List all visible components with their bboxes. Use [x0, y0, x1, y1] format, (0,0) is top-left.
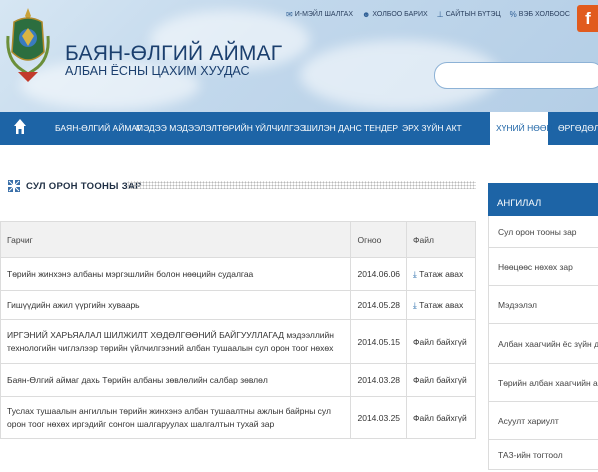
site-title[interactable]: БАЯН-ӨЛГИЙ АЙМАГ — [65, 42, 282, 66]
sidebar-item-questionnaire[interactable]: Төрийн албан хаагчийн анкет — [488, 364, 598, 402]
table-row: Баян-Өлгий аймаг дахь Төрийн албаны зөвл… — [0, 363, 476, 397]
nav-item-hr[interactable]: ХҮНИЙ НӨӨЦ — [490, 112, 553, 145]
top-link-weblinks[interactable]: % ВЭБ ХОЛБООС — [510, 10, 570, 19]
row-title[interactable]: Төрийн жинхэнэ албаны мэргэшлийн болон н… — [0, 257, 352, 291]
column-header-file[interactable]: Файл — [406, 221, 476, 258]
sidebar-item-vacancy[interactable]: Сул орон тооны зар — [488, 216, 598, 248]
emblem-logo[interactable] — [4, 6, 52, 90]
column-header-date[interactable]: Огноо — [350, 221, 408, 258]
row-title-link[interactable]: Туслах тушаалын ангиллын төрийн жинхэнэ … — [7, 406, 331, 429]
row-title[interactable]: Туслах тушаалын ангиллын төрийн жинхэнэ … — [0, 396, 352, 439]
sidebar-item-reserve[interactable]: Нөөцөөс нөхөх зар — [488, 248, 598, 286]
section-divider — [127, 181, 476, 189]
column-header-title[interactable]: Гарчиг — [0, 221, 352, 258]
nav-item-glass-account[interactable]: ШИЛЭН ДАНС — [304, 112, 362, 145]
row-date: 2014.03.28 — [350, 363, 408, 397]
download-icon[interactable]: ⤓ — [413, 269, 417, 279]
grid-icon — [8, 180, 20, 192]
top-link-label: И-МЭЙЛ ШАЛГАХ — [294, 11, 353, 18]
nav-item-services[interactable]: ТӨРИЙН ҮЙЛЧИЛГЭЭ — [217, 112, 306, 145]
home-icon[interactable] — [13, 118, 27, 136]
section-header: СУЛ ОРОН ТООНЫ ЗАР — [8, 176, 142, 196]
sidebar-item-ethics[interactable]: Албан хаагчийн ёс зүйн дүрэм — [488, 324, 598, 364]
nav-item-legal[interactable]: ЭРХ ЗҮЙН АКТ — [402, 112, 462, 145]
top-link-email[interactable]: ✉ И-МЭЙЛ ШАЛГАХ — [286, 10, 353, 19]
row-title[interactable]: Гишүүдийн ажил үүргийн хуваарь — [0, 290, 352, 320]
mail-icon: ✉ — [286, 10, 293, 19]
sidebar-item-info[interactable]: Мэдээлэл — [488, 286, 598, 324]
nav-item-news[interactable]: МЭДЭЭ МЭДЭЭЛЭЛ — [136, 112, 217, 145]
site-subtitle: АЛБАН ЁСНЫ ЦАХИМ ХУУДАС — [65, 64, 250, 78]
section-title: СУЛ ОРОН ТООНЫ ЗАР — [26, 180, 142, 192]
row-title-link[interactable]: ИРГЭНИЙ ХАРЬЯАЛАЛ ШИЛЖИЛТ ХӨДӨЛГӨӨНИЙ БА… — [7, 330, 334, 353]
row-file[interactable]: ⤓ Татаж авах — [406, 290, 476, 320]
row-file: Файл байхгүй — [406, 319, 476, 364]
table-header-row: Гарчиг Огноо Файл — [0, 221, 476, 258]
nav-item-aimag[interactable]: БАЯН-ӨЛГИЙ АЙМАГ — [55, 112, 142, 145]
row-date: 2014.03.25 — [350, 396, 408, 439]
sidebar-item-resolution[interactable]: ТАЗ-ийн тогтоол — [488, 440, 598, 470]
nav-item-tender[interactable]: ТЕНДЕР — [364, 112, 398, 145]
row-title-link[interactable]: Баян-Өлгий аймаг дахь Төрийн албаны зөвл… — [7, 375, 268, 385]
people-icon: ☻ — [362, 10, 371, 19]
row-date: 2014.05.15 — [350, 319, 408, 364]
category-sidebar: АНГИЛАЛ Сул орон тооны зар Нөөцөөс нөхөх… — [488, 183, 598, 470]
top-link-contact[interactable]: ☻ ХОЛБОО БАРИХ — [362, 10, 428, 19]
table-row: Туслах тушаалын ангиллын төрийн жинхэнэ … — [0, 396, 476, 439]
top-link-label: ХОЛБОО БАРИХ — [372, 11, 428, 18]
table-row: Төрийн жинхэнэ албаны мэргэшлийн болон н… — [0, 257, 476, 291]
table-row: Гишүүдийн ажил үүргийн хуваарь 2014.05.2… — [0, 290, 476, 320]
search-input[interactable] — [434, 62, 598, 89]
row-title-link[interactable]: Төрийн жинхэнэ албаны мэргэшлийн болон н… — [7, 269, 253, 279]
table-row: ИРГЭНИЙ ХАРЬЯАЛАЛ ШИЛЖИЛТ ХӨДӨЛГӨӨНИЙ БА… — [0, 319, 476, 364]
download-icon[interactable]: ⤓ — [413, 300, 417, 310]
row-date: 2014.05.28 — [350, 290, 408, 320]
top-link-label: САЙТЫН БҮТЭЦ — [445, 11, 501, 18]
row-title-link[interactable]: Гишүүдийн ажил үүргийн хуваарь — [7, 300, 140, 310]
row-file-label[interactable]: Татаж авах — [419, 269, 463, 279]
row-file[interactable]: ⤓ Татаж авах — [406, 257, 476, 291]
vacancy-table: Гарчиг Огноо Файл Төрийн жинхэнэ албаны … — [0, 221, 476, 439]
site-header: БАЯН-ӨЛГИЙ АЙМАГ АЛБАН ЁСНЫ ЦАХИМ ХУУДАС… — [0, 0, 598, 112]
link-icon: % — [509, 10, 517, 19]
main-nav: БАЯН-ӨЛГИЙ АЙМАГ МЭДЭЭ МЭДЭЭЛЭЛ ТӨРИЙН Ү… — [0, 112, 598, 145]
facebook-button[interactable]: f — [577, 5, 598, 32]
row-title[interactable]: Баян-Өлгий аймаг дахь Төрийн албаны зөвл… — [0, 363, 352, 397]
row-file: Файл байхгүй — [406, 363, 476, 397]
nav-item-petition[interactable]: ӨРГӨДӨЛ — [558, 112, 598, 145]
sidebar-title: АНГИЛАЛ — [488, 183, 598, 216]
top-link-label: ВЭБ ХОЛБООС — [518, 11, 570, 18]
row-title[interactable]: ИРГЭНИЙ ХАРЬЯАЛАЛ ШИЛЖИЛТ ХӨДӨЛГӨӨНИЙ БА… — [0, 319, 352, 364]
row-date: 2014.06.06 — [350, 257, 408, 291]
row-file-label[interactable]: Татаж авах — [419, 300, 463, 310]
sitemap-icon: ⊥ — [436, 10, 444, 19]
sidebar-item-faq[interactable]: Асуулт хариулт — [488, 402, 598, 440]
top-links: ✉ И-МЭЙЛ ШАЛГАХ ☻ ХОЛБОО БАРИХ ⊥ САЙТЫН БҮТ… — [286, 10, 570, 19]
row-file: Файл байхгүй — [406, 396, 476, 439]
top-link-sitemap[interactable]: ⊥ САЙТЫН БҮТЭЦ — [437, 10, 501, 19]
